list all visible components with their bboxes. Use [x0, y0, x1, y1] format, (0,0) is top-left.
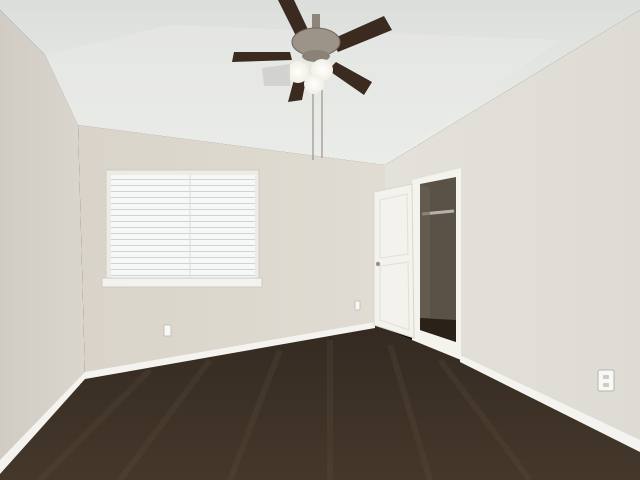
door-knob — [375, 261, 381, 267]
electrical-outlet-icon — [163, 324, 172, 337]
window-blinds — [111, 175, 255, 279]
electrical-outlet-icon — [597, 369, 615, 392]
bedroom-photo — [0, 0, 640, 480]
window — [101, 169, 263, 288]
window-sill — [101, 277, 263, 288]
fan-light — [304, 74, 324, 94]
door — [373, 183, 415, 339]
electrical-outlet-icon — [354, 300, 361, 311]
closet-doorway — [412, 168, 461, 360]
room-illustration — [0, 0, 640, 480]
